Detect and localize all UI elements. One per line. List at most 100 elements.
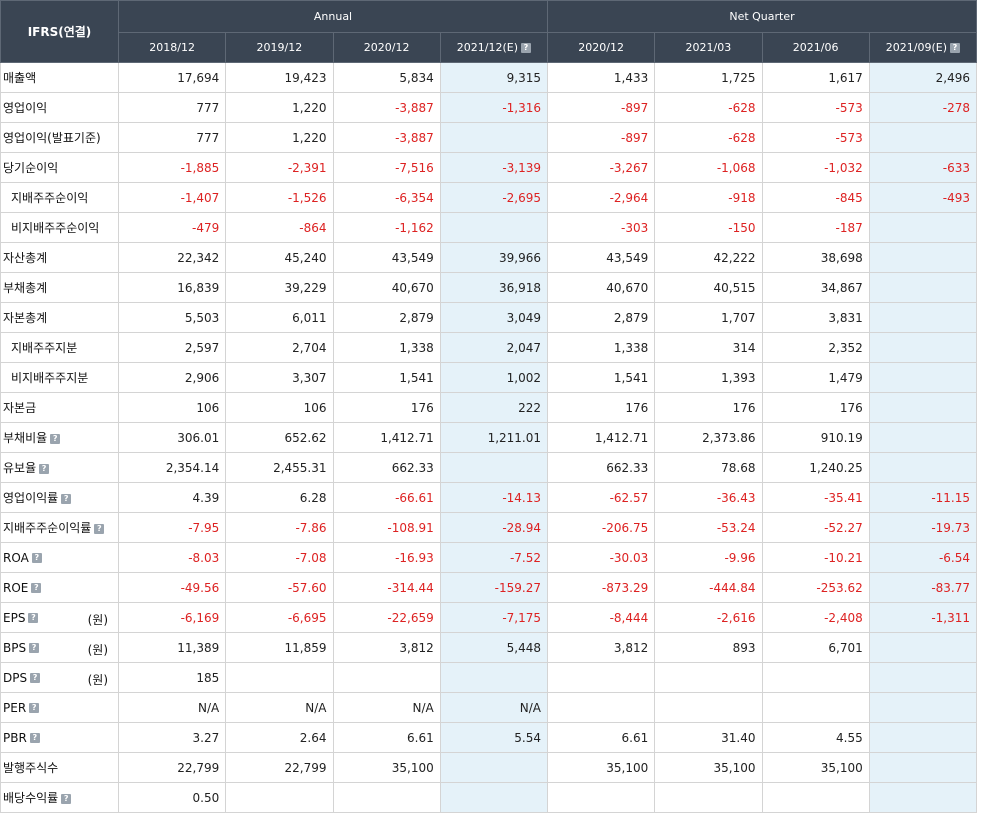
value-cell: -49.56: [117, 572, 227, 603]
value-cell: -187: [761, 212, 870, 243]
value-cell: [546, 662, 656, 693]
value-cell: -1,311: [868, 602, 978, 633]
value-cell: [654, 662, 763, 693]
column-header: 2021/09(E)?: [868, 31, 978, 63]
value-cell: 662.33: [332, 452, 441, 483]
row-label-cell: 부채비율?: [0, 422, 119, 453]
question-mark-icon[interactable]: ?: [28, 613, 39, 623]
value-cell: 11,859: [225, 632, 334, 663]
row-label: 매출액: [3, 71, 37, 85]
value-cell: [654, 782, 763, 813]
value-cell: -1,162: [332, 212, 441, 243]
row-label: 유보율: [3, 461, 37, 475]
row-label: 발행주식수: [3, 761, 59, 775]
question-mark-icon[interactable]: ?: [520, 42, 531, 53]
table-row: 지배주주순이익률? -7.95 -7.86 -108.91 -28.94 -206.75-…: [0, 512, 978, 543]
value-cell: 35,100: [546, 752, 656, 783]
value-cell: -8,444: [546, 602, 656, 633]
value-cell: -9.96: [654, 542, 763, 573]
question-mark-icon[interactable]: ?: [949, 42, 960, 53]
table-row: 발행주식수 22,799 22,799 35,100 35,100 35,100 35,10…: [0, 752, 978, 783]
row-label: 부채비율: [3, 431, 48, 445]
table-row: DPS? (원) 185: [0, 662, 978, 693]
row-label: 비지배주주지분: [11, 371, 89, 385]
value-cell: 78.68: [654, 452, 763, 483]
table-row: 비지배주주순이익 -479 -864 -1,162 -303 -150 -187: [0, 212, 978, 243]
value-cell: -479: [117, 212, 227, 243]
value-cell: [225, 782, 334, 813]
row-label: 부채총계: [3, 281, 48, 295]
column-header-label: 2021/09(E): [885, 40, 947, 54]
value-cell: 6,701: [761, 632, 870, 663]
column-header-label: 2018/12: [149, 40, 195, 54]
value-cell: -57.60: [225, 572, 334, 603]
value-cell: 4.55: [761, 722, 870, 753]
value-cell: 4.39: [117, 482, 227, 513]
value-cell: -3,139: [439, 152, 549, 183]
row-label: 영업이익률: [3, 491, 59, 505]
value-cell: -150: [654, 212, 763, 243]
value-cell: 6,011: [225, 302, 334, 333]
value-cell: 176: [332, 392, 441, 423]
row-label: 자본금: [3, 401, 37, 415]
value-cell: [225, 662, 334, 693]
question-mark-icon[interactable]: ?: [39, 463, 50, 474]
row-label-cell: 자산총계: [0, 242, 119, 273]
value-cell: 652.62: [225, 422, 334, 453]
value-cell: 43,549: [332, 242, 441, 273]
value-cell: 1,479: [761, 362, 870, 393]
column-header: 2020/12: [546, 31, 656, 63]
value-cell: [439, 452, 549, 483]
question-mark-icon[interactable]: ?: [29, 643, 40, 653]
table-row: 영업이익 777 1,220 -3,887 -1,316 -897 -628 -573 -278: [0, 92, 978, 123]
value-cell: 3,049: [439, 302, 549, 333]
value-cell: 1,211.01: [439, 422, 549, 453]
value-cell: 35,100: [332, 752, 441, 783]
value-cell: -1,316: [439, 92, 549, 123]
value-cell: 1,541: [332, 362, 441, 393]
row-label-cell: PBR?: [0, 722, 119, 753]
value-cell: 0.50: [117, 782, 227, 813]
row-label: 자본총계: [3, 311, 48, 325]
value-cell: 42,222: [654, 242, 763, 273]
question-mark-icon[interactable]: ?: [30, 673, 41, 683]
table-corner-label: IFRS(연결): [0, 0, 119, 63]
column-header: 2021/12(E)?: [439, 31, 549, 63]
value-cell: 176: [654, 392, 763, 423]
value-cell: 222: [439, 392, 549, 423]
table-row: 자산총계 22,342 45,240 43,549 39,966 43,549 42,222…: [0, 242, 978, 273]
value-cell: 1,617: [761, 62, 870, 93]
table-row: PER? N/A N/A N/A N/A: [0, 692, 978, 723]
value-cell: [868, 692, 978, 723]
value-cell: 39,966: [439, 242, 549, 273]
value-cell: 5,448: [439, 632, 549, 663]
question-mark-icon[interactable]: ?: [94, 523, 105, 534]
value-cell: -8.03: [117, 542, 227, 573]
financial-summary-table: IFRS(연결) Annual Net Quarter 2018/12 2019/…: [0, 0, 978, 813]
question-mark-icon[interactable]: ?: [29, 703, 40, 713]
row-label-cell: EPS? (원): [0, 602, 119, 633]
value-cell: -6,354: [332, 182, 441, 213]
question-mark-icon[interactable]: ?: [61, 793, 72, 804]
value-cell: [868, 452, 978, 483]
column-header-label: 2020/12: [578, 40, 624, 54]
table-row: 당기순이익 -1,885 -2,391 -7,516 -3,139 -3,267 -1,06…: [0, 152, 978, 183]
value-cell: -573: [761, 122, 870, 153]
value-cell: 2,373.86: [654, 422, 763, 453]
question-mark-icon[interactable]: ?: [50, 433, 61, 444]
value-cell: 34,867: [761, 272, 870, 303]
question-mark-icon[interactable]: ?: [31, 553, 42, 563]
table-row: 배당수익률? 0.50: [0, 782, 978, 813]
unit-label: (원): [87, 673, 108, 687]
value-cell: 106: [117, 392, 227, 423]
value-cell: [868, 212, 978, 243]
value-cell: 1,338: [546, 332, 656, 363]
question-mark-icon[interactable]: ?: [61, 493, 72, 504]
value-cell: 6.28: [225, 482, 334, 513]
column-header-label: 2021/03: [685, 40, 732, 54]
value-cell: 1,002: [439, 362, 549, 393]
question-mark-icon[interactable]: ?: [29, 733, 40, 743]
value-cell: -864: [225, 212, 334, 243]
question-mark-icon[interactable]: ?: [31, 583, 42, 593]
value-cell: 3,812: [332, 632, 441, 663]
